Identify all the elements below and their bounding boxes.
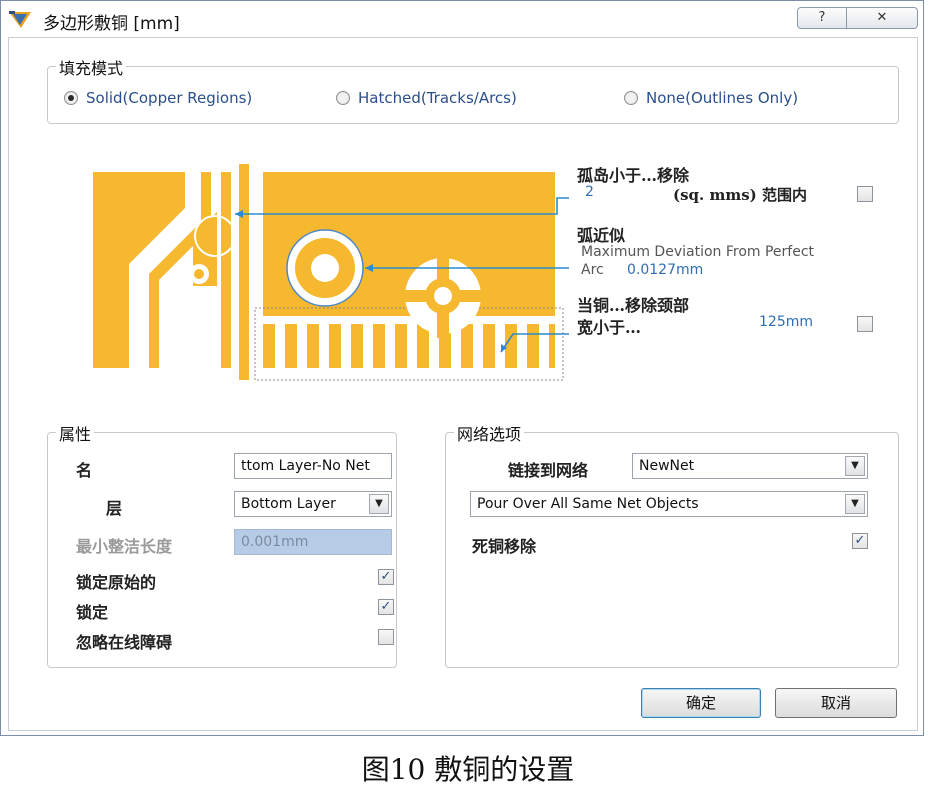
island-value: 2 (585, 184, 594, 200)
ok-button[interactable]: 确定 (641, 688, 761, 718)
comb-gap-10 (473, 324, 483, 368)
help-icon: ? (818, 10, 826, 25)
locked-checkbox[interactable]: ✓ (378, 599, 394, 615)
ignore-obstacles-label: 忽略在线障碍 (76, 633, 173, 652)
lock-primitives-label: 锁定原始的 (76, 573, 157, 592)
name-field[interactable]: ttom Layer-No Net (234, 453, 392, 479)
figure-caption: 图10 敷铜的设置 (361, 753, 575, 786)
comb-gap-1 (275, 324, 285, 368)
radio-none-label: None(Outlines Only) (646, 89, 799, 107)
help-button[interactable]: ? (797, 7, 847, 29)
connect-net-label: 链接到网络 (508, 461, 589, 480)
dialog-window: 多边形敷铜 [mm] ? ✕ 填充模式 Solid(Copper Regions… (0, 0, 924, 736)
cancel-button[interactable]: 取消 (775, 688, 897, 718)
island-hole-center (194, 269, 204, 279)
net-options-legend: 网络选项 (454, 421, 525, 445)
dialog-client: 填充模式 Solid(Copper Regions) Hatched(Track… (8, 37, 918, 731)
properties-legend: 属性 (56, 421, 95, 445)
lock-primitives-checkbox[interactable]: ✓ (378, 569, 394, 585)
comb-gap-6 (385, 324, 395, 368)
radio-solid[interactable]: Solid(Copper Regions) (64, 89, 252, 107)
comb-gap-5 (363, 324, 373, 368)
chevron-down-icon[interactable]: ▼ (369, 494, 389, 514)
name-label: 名 (76, 461, 93, 480)
polygon-pour-preview (93, 164, 569, 381)
locked-label: 锁定 (76, 603, 109, 622)
arc-label: Arc (581, 262, 604, 278)
close-button[interactable]: ✕ (846, 7, 918, 29)
radio-hatched-label: Hatched(Tracks/Arcs) (358, 89, 517, 107)
layer-label: 层 (106, 499, 123, 518)
connect-net-combo[interactable]: NewNet ▼ (632, 453, 868, 479)
chevron-down-icon[interactable]: ▼ (845, 494, 865, 514)
close-icon: ✕ (876, 10, 888, 25)
remove-dead-label: 死铜移除 (472, 537, 537, 556)
arc-title: 弧近似 (577, 226, 626, 245)
fill-mode-legend: 填充模式 (56, 55, 127, 79)
comb-gap-3 (319, 324, 329, 368)
layer-combo[interactable]: Bottom Layer ▼ (234, 491, 392, 517)
arc-value[interactable]: 0.0127mm (627, 262, 703, 278)
trace-vertical-b (239, 164, 249, 380)
island-unit: (sq. mms) 范围内 (673, 186, 807, 204)
radio-hatched[interactable]: Hatched(Tracks/Arcs) (336, 89, 517, 107)
layer-value: Bottom Layer (241, 496, 336, 512)
neck-title: 当铜…移除颈部 (577, 296, 690, 315)
arc-description: Maximum Deviation From Perfect (581, 244, 815, 260)
pour-over-value: Pour Over All Same Net Objects (477, 496, 699, 512)
thermal-spoke-left (401, 290, 427, 302)
radio-solid-indicator[interactable] (64, 91, 78, 105)
left-copper-region (93, 172, 185, 368)
properties-group: 属性 名 ttom Layer-No Net 层 Bottom Layer ▼ … (47, 421, 397, 668)
app-icon (9, 11, 31, 28)
thermal-spoke-right (459, 290, 485, 302)
thermal-spoke-top (437, 254, 449, 280)
net-options-group: 网络选项 链接到网络 NewNet ▼ Pour Over All Same N… (445, 421, 899, 668)
comb-gap-12 (517, 324, 527, 368)
min-length-field[interactable]: 0.001mm (234, 529, 392, 555)
comb-bar (263, 316, 555, 324)
trace-vertical-a (221, 172, 231, 368)
island-checkbox[interactable] (857, 186, 873, 202)
radio-solid-label: Solid(Copper Regions) (86, 89, 253, 107)
radio-none-indicator[interactable] (624, 91, 638, 105)
comb-gap-2 (297, 324, 307, 368)
ignore-obstacles-checkbox[interactable] (378, 629, 394, 645)
pour-over-combo[interactable]: Pour Over All Same Net Objects ▼ (470, 491, 868, 517)
neck-label: 宽小于… (577, 318, 642, 337)
thermal-spoke-bottom (437, 312, 449, 338)
window-title: 多边形敷铜 [mm] (43, 14, 180, 34)
chevron-down-icon[interactable]: ▼ (845, 456, 865, 476)
thermal-hole (434, 287, 452, 305)
neck-checkbox[interactable] (857, 316, 873, 332)
title-bar[interactable]: 多边形敷铜 [mm] ? ✕ (1, 1, 923, 37)
connect-net-value: NewNet (639, 458, 695, 474)
comb-gap-4 (341, 324, 351, 368)
island-title: 孤岛小于…移除 (577, 166, 690, 185)
comb-gap-13 (539, 324, 549, 368)
comb-gap-7 (407, 324, 417, 368)
remove-dead-checkbox[interactable]: ✓ (852, 533, 868, 549)
neck-value[interactable]: 125mm (759, 314, 813, 330)
min-length-label: 最小整洁长度 (76, 537, 173, 556)
radio-none[interactable]: None(Outlines Only) (624, 89, 798, 107)
fill-mode-group: 填充模式 Solid(Copper Regions) Hatched(Track… (47, 55, 899, 124)
radio-hatched-indicator[interactable] (336, 91, 350, 105)
arc-pad-hole (311, 254, 339, 282)
